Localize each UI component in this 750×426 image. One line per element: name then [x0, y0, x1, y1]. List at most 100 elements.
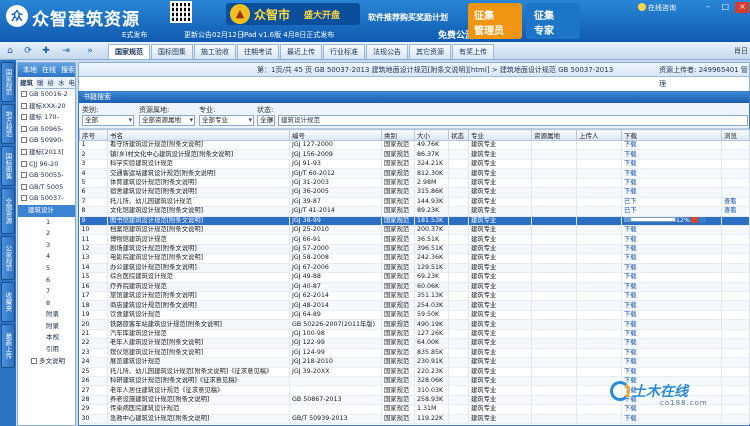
user-name[interactable]: 肖日 — [734, 46, 748, 56]
side-tab-2[interactable]: 国标图集 — [1, 146, 15, 186]
tree-item[interactable]: 本规 — [18, 332, 75, 344]
side-tab-0[interactable]: 国家规范 — [1, 62, 15, 102]
cell-浏览[interactable] — [721, 263, 750, 274]
tree-item[interactable]: 建标XXX-20 — [18, 101, 75, 113]
table-row[interactable]: 22 老年人建筑设计规范[附条文说明] JGJ 122-99 国家规范 64.00K 建筑… — [79, 338, 750, 349]
cell-下载[interactable]: 下载 — [621, 310, 722, 321]
tree-item[interactable]: 附录 — [18, 309, 75, 321]
column-header-9[interactable]: 下载 — [621, 129, 722, 141]
estart-link[interactable]: E式发布 — [122, 30, 147, 40]
category-tab-4[interactable]: 电 — [67, 77, 76, 89]
home-icon[interactable]: ⌂ — [4, 45, 16, 57]
table-row[interactable]: 29 传染病医院建筑设计规范 国家规范 1.31M 建筑专业 下载 — [79, 404, 750, 415]
cell-浏览[interactable] — [721, 291, 750, 302]
table-row[interactable]: 12 剧场建筑设计规范[附条文说明] JGJ 57-2000 国家规范 396.51K 建… — [79, 244, 750, 255]
pause-download-icon[interactable] — [691, 216, 698, 223]
tree-item[interactable]: 5 — [18, 263, 75, 275]
table-row[interactable]: 25 托儿所、幼儿园建筑设计规范[附条文说明]《征求意见稿》 JGJ 39-20XX… — [79, 367, 750, 377]
tree-item[interactable]: 附录 — [18, 321, 75, 333]
cell-浏览[interactable] — [721, 319, 750, 330]
category-tab-3[interactable]: 水 — [56, 77, 67, 89]
tab-4[interactable]: 最近上传 — [280, 44, 322, 59]
tree-item[interactable]: 6 — [18, 275, 75, 287]
tree-mode-tab-0[interactable]: 本地 — [23, 63, 37, 77]
major-select[interactable]: 全部专业 — [199, 115, 254, 126]
column-header-2[interactable]: 编号 — [289, 129, 382, 141]
cell-浏览[interactable] — [721, 178, 750, 189]
table-row[interactable]: 3 科学实验建筑设计规范 JGJ 91-93 国家规范 324.21K 建筑专业 下载 — [79, 159, 750, 170]
cell-浏览[interactable]: 查看 — [721, 206, 750, 217]
cell-浏览[interactable] — [721, 272, 750, 283]
tab-0[interactable]: 国家规范 — [108, 44, 150, 59]
expand-icon[interactable]: » — [84, 45, 96, 57]
category-tab-0[interactable]: 建筑 — [18, 77, 35, 89]
side-tab-6[interactable]: 最新上传 — [1, 324, 15, 368]
close-button[interactable]: × — [735, 2, 750, 13]
tab-5[interactable]: 行业标准 — [323, 44, 365, 59]
cell-下载[interactable]: 下载 — [621, 244, 722, 255]
tree-item[interactable]: GB 50990- — [18, 135, 75, 147]
table-row[interactable]: 16 疗养院建筑设计规范 JGJ 40-87 国家规范 60.06K 建筑专业 下载 — [79, 282, 750, 293]
table-row[interactable]: 20 铁路旅客车站建筑设计规范[附条文说明] GB 50226-2007(2011年… — [79, 319, 750, 330]
tree-item[interactable]: GB/T 5005 — [18, 182, 75, 194]
tree-item[interactable]: 建筑设计 — [18, 204, 75, 217]
cell-浏览[interactable] — [721, 187, 750, 198]
cell-下载[interactable]: 下载 — [621, 149, 722, 160]
cell-浏览[interactable] — [721, 414, 750, 425]
cell-浏览[interactable] — [721, 253, 750, 264]
expand-toggle-icon[interactable] — [21, 114, 27, 121]
table-row[interactable]: 21 汽车库建筑设计规范 JGJ 100-98 国家规范 127.26K 建筑专业 下载 — [79, 329, 750, 340]
collect-admin-button[interactable]: 征集 管理员 — [468, 3, 522, 39]
cell-下载[interactable]: 下载 — [621, 263, 722, 274]
expand-toggle-icon[interactable] — [31, 357, 37, 364]
table-row[interactable]: 19 饮食建筑设计规范 JGJ 64-89 国家规范 59.50K 建筑专业 下载 — [79, 310, 750, 321]
expand-toggle-icon[interactable] — [21, 125, 27, 132]
cell-下载[interactable]: 下载 — [621, 338, 722, 349]
table-row[interactable]: 15 综合医院建筑设计规范 JGJ 49-88 国家规范 69.23K 建筑专业 下载 — [79, 272, 750, 283]
table-row[interactable]: 9 图书馆建筑设计规范[附条文说明] JGJ 38-99 国家规范 181.53K 建筑专… — [79, 216, 750, 226]
cell-下载[interactable]: 12% — [621, 216, 722, 226]
table-row[interactable]: 30 急救中心建筑设计规范[附条文说明] GB/T 50939-2013 国家规范 11… — [79, 414, 750, 425]
cancel-download-icon[interactable] — [699, 216, 706, 223]
column-header-10[interactable]: 浏览 — [721, 129, 750, 141]
cell-浏览[interactable] — [721, 329, 750, 340]
cell-下载[interactable]: 下载 — [621, 329, 722, 340]
cell-浏览[interactable] — [721, 234, 750, 245]
recommend-reward-link[interactable]: 软件推荐购买奖励计划 — [368, 12, 448, 23]
expand-toggle-icon[interactable] — [21, 172, 27, 179]
side-tab-3[interactable]: 全部资源 — [1, 188, 15, 234]
cell-浏览[interactable] — [721, 282, 750, 293]
tree-item[interactable]: CJJ 96-20 — [18, 159, 75, 171]
tree-item[interactable]: 引用 — [18, 344, 75, 356]
mall-name[interactable]: 众智市 — [254, 6, 290, 23]
tab-1[interactable]: 国标图集 — [151, 44, 193, 59]
cell-浏览[interactable] — [721, 357, 750, 368]
keyword-search-input[interactable]: 建筑设计规范 — [278, 115, 748, 126]
cell-下载[interactable]: 下载 — [621, 187, 722, 198]
tree-item[interactable]: 8 — [18, 298, 75, 310]
column-header-0[interactable]: 序号 — [79, 129, 108, 141]
cell-浏览[interactable] — [721, 216, 750, 226]
maximize-button[interactable]: □ — [718, 2, 732, 13]
cell-浏览[interactable] — [721, 168, 750, 179]
ipad-release-link[interactable]: iPad v1.6版 4月8日正式发布 — [242, 30, 334, 40]
cell-下载[interactable]: 下载 — [621, 367, 722, 377]
expand-toggle-icon[interactable] — [21, 102, 27, 109]
tree-item[interactable]: 3 — [18, 240, 75, 252]
tree-item[interactable]: 2 — [18, 228, 75, 240]
export-icon[interactable]: ⇥ — [60, 45, 72, 57]
place-select[interactable]: 全部资源属地 — [139, 115, 195, 126]
update-notice-link[interactable]: 更新公告02月12日 — [184, 30, 244, 40]
category-tab-1[interactable]: 暖 — [35, 77, 46, 89]
cell-下载[interactable]: 下载 — [621, 291, 722, 302]
table-row[interactable]: 14 办公建筑设计规范[附条文说明] JGJ 67-2006 国家规范 129.51K 建… — [79, 263, 750, 274]
expand-toggle-icon[interactable] — [21, 195, 27, 202]
cell-浏览[interactable] — [721, 367, 750, 377]
expand-toggle-icon[interactable] — [21, 160, 27, 167]
table-row[interactable]: 8 文化馆建筑设计规范[附条文说明] JGJ/T 41-2014 国家规范 89.23K… — [79, 206, 750, 217]
tree-item[interactable]: GB 50016-2 — [18, 89, 75, 101]
column-header-6[interactable]: 专业 — [468, 129, 532, 141]
cell-下载[interactable]: 下载 — [621, 357, 722, 368]
status-select[interactable]: 全部 — [257, 115, 275, 126]
column-header-5[interactable]: 状态 — [448, 129, 469, 141]
